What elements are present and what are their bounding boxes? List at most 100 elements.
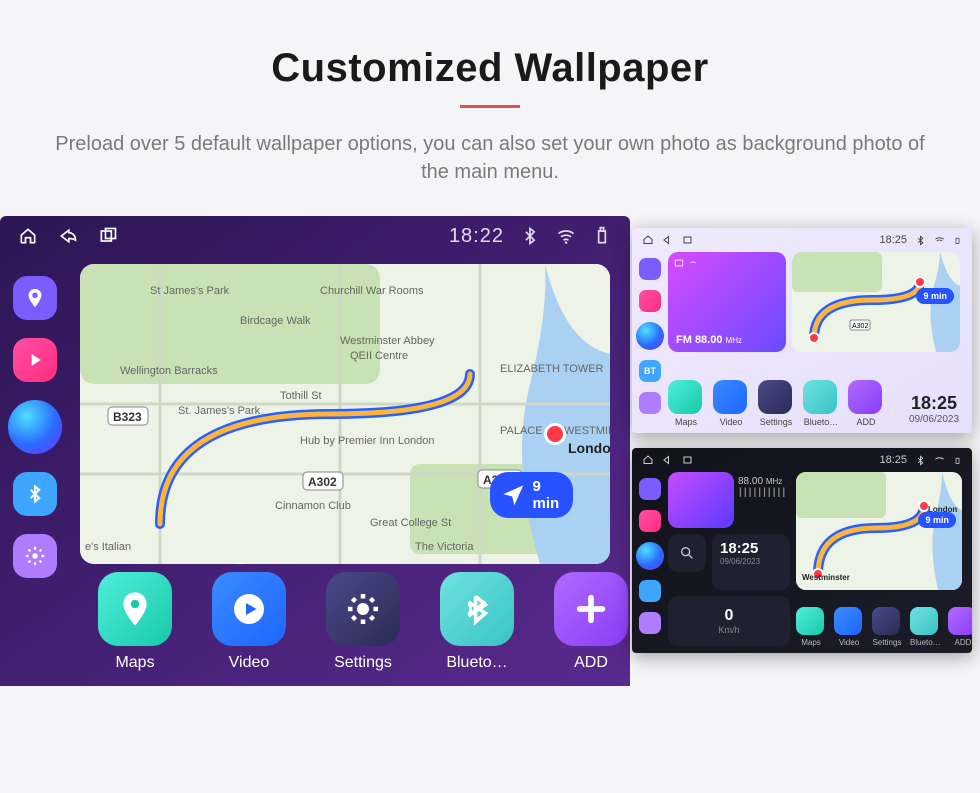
sidebar-assistant-icon[interactable] bbox=[8, 400, 62, 454]
home-icon[interactable] bbox=[18, 226, 38, 246]
alt2-date: 09/06/2023 bbox=[720, 557, 782, 566]
sidebar-location-icon[interactable] bbox=[639, 258, 661, 280]
alt1-radio-value: FM 88.00 bbox=[676, 334, 722, 346]
alt1-date: 09/06/2023 bbox=[902, 414, 966, 425]
sidebar-assistant-icon[interactable] bbox=[636, 542, 664, 570]
alt2-sidebar bbox=[632, 472, 668, 653]
maplbl-enos: e's Italian bbox=[85, 541, 131, 553]
maplbl-cinnamon: Cinnamon Club bbox=[275, 500, 351, 512]
dock-add[interactable]: ADD bbox=[546, 572, 630, 672]
recents-icon[interactable] bbox=[682, 234, 694, 246]
sidebar-bt-icon[interactable]: BT bbox=[639, 360, 661, 382]
dock-bluetooth[interactable]: Blueto… bbox=[910, 607, 940, 647]
dock-video[interactable]: Video bbox=[713, 380, 749, 427]
bluetooth-icon bbox=[915, 455, 926, 466]
recents-icon[interactable] bbox=[98, 226, 118, 246]
alt2-speed-unit: Km/h bbox=[718, 625, 739, 635]
road-b323: B323 bbox=[113, 410, 142, 424]
alt2-map-widget[interactable]: London Westminster 9 min bbox=[796, 472, 962, 590]
dock-video[interactable]: Video bbox=[204, 572, 294, 672]
alt1-dock: Maps Video Settings Blueto… ADD bbox=[668, 380, 884, 427]
sidebar bbox=[0, 256, 70, 686]
sidebar-assistant-icon[interactable] bbox=[636, 322, 664, 350]
dock-bluetooth[interactable]: Blueto… bbox=[803, 380, 839, 427]
alt1-sidebar: BT bbox=[632, 252, 668, 433]
device-preview-alt1: 18:25 BT FM bbox=[632, 228, 972, 433]
back-icon[interactable] bbox=[662, 454, 674, 466]
alt2-search-button[interactable] bbox=[668, 534, 706, 572]
settings-icon bbox=[326, 572, 400, 646]
dock-add[interactable]: ADD bbox=[848, 380, 884, 427]
svg-text:A302: A302 bbox=[852, 323, 868, 330]
alt2-radio-scale: ┃┃┃┃┃┃┃┃┃┃ bbox=[738, 488, 786, 497]
maps-icon bbox=[98, 572, 172, 646]
usb-icon bbox=[953, 235, 962, 246]
alt2-radio-widget[interactable] bbox=[668, 472, 734, 528]
bluetooth-icon bbox=[915, 235, 926, 246]
alt2-radio-unit: MHz bbox=[766, 477, 782, 486]
alt2-dock: Maps Video Settings Blueto… ADD bbox=[796, 607, 972, 647]
alt1-clock-widget: 18:25 09/06/2023 bbox=[902, 393, 966, 425]
maplbl-churchill: Churchill War Rooms bbox=[320, 285, 424, 297]
dock-maps[interactable]: Maps bbox=[796, 607, 826, 647]
sidebar-settings-icon[interactable] bbox=[639, 612, 661, 634]
home-icon[interactable] bbox=[642, 234, 654, 246]
map-widget[interactable]: B323 A302 A3212 St James's Park Churchil… bbox=[80, 264, 610, 564]
bluetooth-dock-icon bbox=[440, 572, 514, 646]
svg-text:Westminster: Westminster bbox=[802, 573, 850, 582]
sidebar-bluetooth-icon[interactable] bbox=[13, 472, 57, 516]
device-preview-main: 18:22 bbox=[0, 216, 630, 686]
alt2-status-clock: 18:25 bbox=[879, 454, 907, 466]
dock-settings-label: Settings bbox=[318, 654, 408, 672]
alt1-radio-unit: MHz bbox=[726, 336, 742, 345]
sidebar-location-icon[interactable] bbox=[639, 478, 661, 500]
dock-bluetooth[interactable]: Blueto… bbox=[432, 572, 522, 672]
wifi-icon bbox=[556, 226, 576, 246]
home-icon[interactable] bbox=[642, 454, 654, 466]
recents-icon[interactable] bbox=[682, 454, 694, 466]
video-icon bbox=[212, 572, 286, 646]
maplbl-stjames: St James's Park bbox=[150, 285, 230, 297]
dock-maps[interactable]: Maps bbox=[90, 572, 180, 672]
bluetooth-icon bbox=[520, 226, 540, 246]
alt1-radio-widget[interactable]: FM 88.00 MHz bbox=[668, 252, 786, 352]
dock-maps-label: Maps bbox=[90, 654, 180, 672]
sidebar-settings-icon[interactable] bbox=[13, 534, 57, 578]
maplbl-tothill: Tothill St bbox=[280, 390, 322, 402]
status-bar: 18:22 bbox=[0, 216, 630, 256]
usb-icon bbox=[953, 455, 962, 466]
dock-video[interactable]: Video bbox=[834, 607, 864, 647]
maplbl-qeii: QEII Centre bbox=[350, 350, 408, 362]
sidebar-play-icon[interactable] bbox=[639, 510, 661, 532]
wifi-icon bbox=[934, 455, 945, 466]
road-a302: A302 bbox=[308, 475, 337, 489]
alt2-status-bar: 18:25 bbox=[632, 448, 972, 472]
alt1-status-clock: 18:25 bbox=[879, 234, 907, 246]
cast-icon bbox=[674, 258, 684, 268]
maplbl-wabbey: Westminster Abbey bbox=[340, 335, 435, 347]
sidebar-bluetooth-icon[interactable] bbox=[639, 580, 661, 602]
status-clock: 18:22 bbox=[449, 225, 504, 248]
alt1-map-widget[interactable]: A302 9 min bbox=[792, 252, 960, 352]
previews-stage: 18:22 bbox=[0, 216, 980, 686]
dock-maps[interactable]: Maps bbox=[668, 380, 704, 427]
dock-settings[interactable]: Settings bbox=[758, 380, 794, 427]
sidebar-location-icon[interactable] bbox=[13, 276, 57, 320]
dock-settings[interactable]: Settings bbox=[872, 607, 902, 647]
maplbl-gcollege: Great College St bbox=[370, 517, 451, 529]
maplbl-birdcage: Birdcage Walk bbox=[240, 315, 311, 327]
alt2-radio-value: 88.00 bbox=[738, 476, 763, 487]
hero-subtitle: Preload over 5 default wallpaper options… bbox=[40, 130, 940, 186]
sidebar-play-icon[interactable] bbox=[639, 290, 661, 312]
back-icon[interactable] bbox=[662, 234, 674, 246]
wifi-icon bbox=[934, 235, 945, 246]
alt2-speed-widget: 0 Km/h bbox=[668, 596, 790, 646]
back-icon[interactable] bbox=[58, 226, 78, 246]
sidebar-play-icon[interactable] bbox=[13, 338, 57, 382]
add-icon bbox=[554, 572, 628, 646]
maplbl-stjamespark: St. James's Park bbox=[178, 405, 261, 417]
signal-icon bbox=[688, 258, 698, 268]
dock-settings[interactable]: Settings bbox=[318, 572, 408, 672]
sidebar-settings-icon[interactable] bbox=[639, 392, 661, 414]
dock-add[interactable]: ADD bbox=[948, 607, 972, 647]
